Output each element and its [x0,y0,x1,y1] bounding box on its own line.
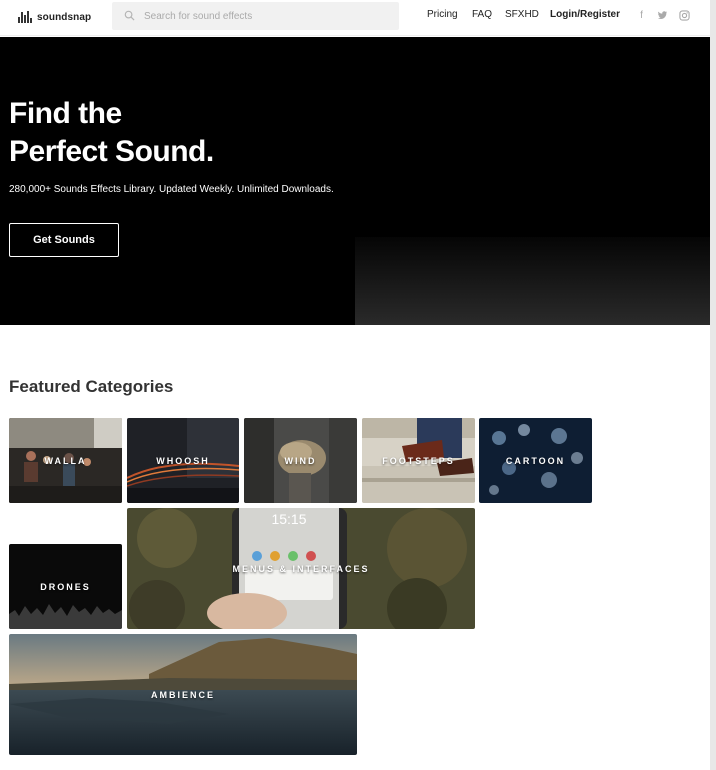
category-label: WIND [284,455,317,466]
category-tile-wind[interactable]: WIND [244,418,357,503]
nav-faq[interactable]: FAQ [472,9,492,20]
nav-pricing[interactable]: Pricing [427,9,458,20]
category-tile-walla[interactable]: WALLA [9,418,122,503]
logo-text: soundsnap [37,11,92,23]
hero-background-shade [355,237,710,325]
category-tile-ambience[interactable]: AMBIENCE [9,634,357,755]
featured-categories-title: Featured Categories [9,377,174,396]
page-scrollbar[interactable] [710,0,716,770]
search-icon [124,10,135,21]
category-label: WHOOSH [156,455,210,466]
category-label: FOOTSTEPS [382,455,455,466]
soundwave-logo-icon [18,11,32,23]
facebook-icon[interactable]: f [636,10,647,21]
category-tile-cartoon[interactable]: CARTOON [479,418,592,503]
category-tile-footsteps[interactable]: FOOTSTEPS [362,418,475,503]
category-label: DRONES [40,581,91,592]
hero-title-line2: Perfect Sound. [9,135,214,168]
nav-login-register[interactable]: Login/Register [550,9,620,20]
category-label: MENUS & INTERFACES [232,563,370,574]
logo[interactable]: soundsnap [18,10,91,24]
hero-banner: Find the Perfect Sound. 280,000+ Sounds … [0,37,710,325]
top-navbar: soundsnap Pricing FAQ SFXHD Login/Regist… [0,0,710,36]
hero-title: Find the Perfect Sound. [9,95,214,171]
hero-title-line1: Find the [9,97,122,130]
nav-sfxhd[interactable]: SFXHD [505,9,539,20]
category-tile-menus-interfaces[interactable]: 15:15 MENUS & INTERFACES [127,508,475,629]
search-input[interactable] [144,6,384,26]
get-sounds-button[interactable]: Get Sounds [9,223,119,257]
category-tile-whoosh[interactable]: WHOOSH [127,418,239,503]
instagram-icon[interactable] [679,10,690,21]
category-label: WALLA [44,455,87,466]
hero-subtitle: 280,000+ Sounds Effects Library. Updated… [9,184,334,195]
page: soundsnap Pricing FAQ SFXHD Login/Regist… [0,0,716,770]
svg-text:15:15: 15:15 [271,511,306,527]
category-label: CARTOON [505,455,566,466]
search-bar[interactable] [112,2,399,30]
twitter-icon[interactable] [657,10,668,21]
category-label: AMBIENCE [150,689,215,700]
category-tile-drones[interactable]: DRONES [9,544,122,629]
